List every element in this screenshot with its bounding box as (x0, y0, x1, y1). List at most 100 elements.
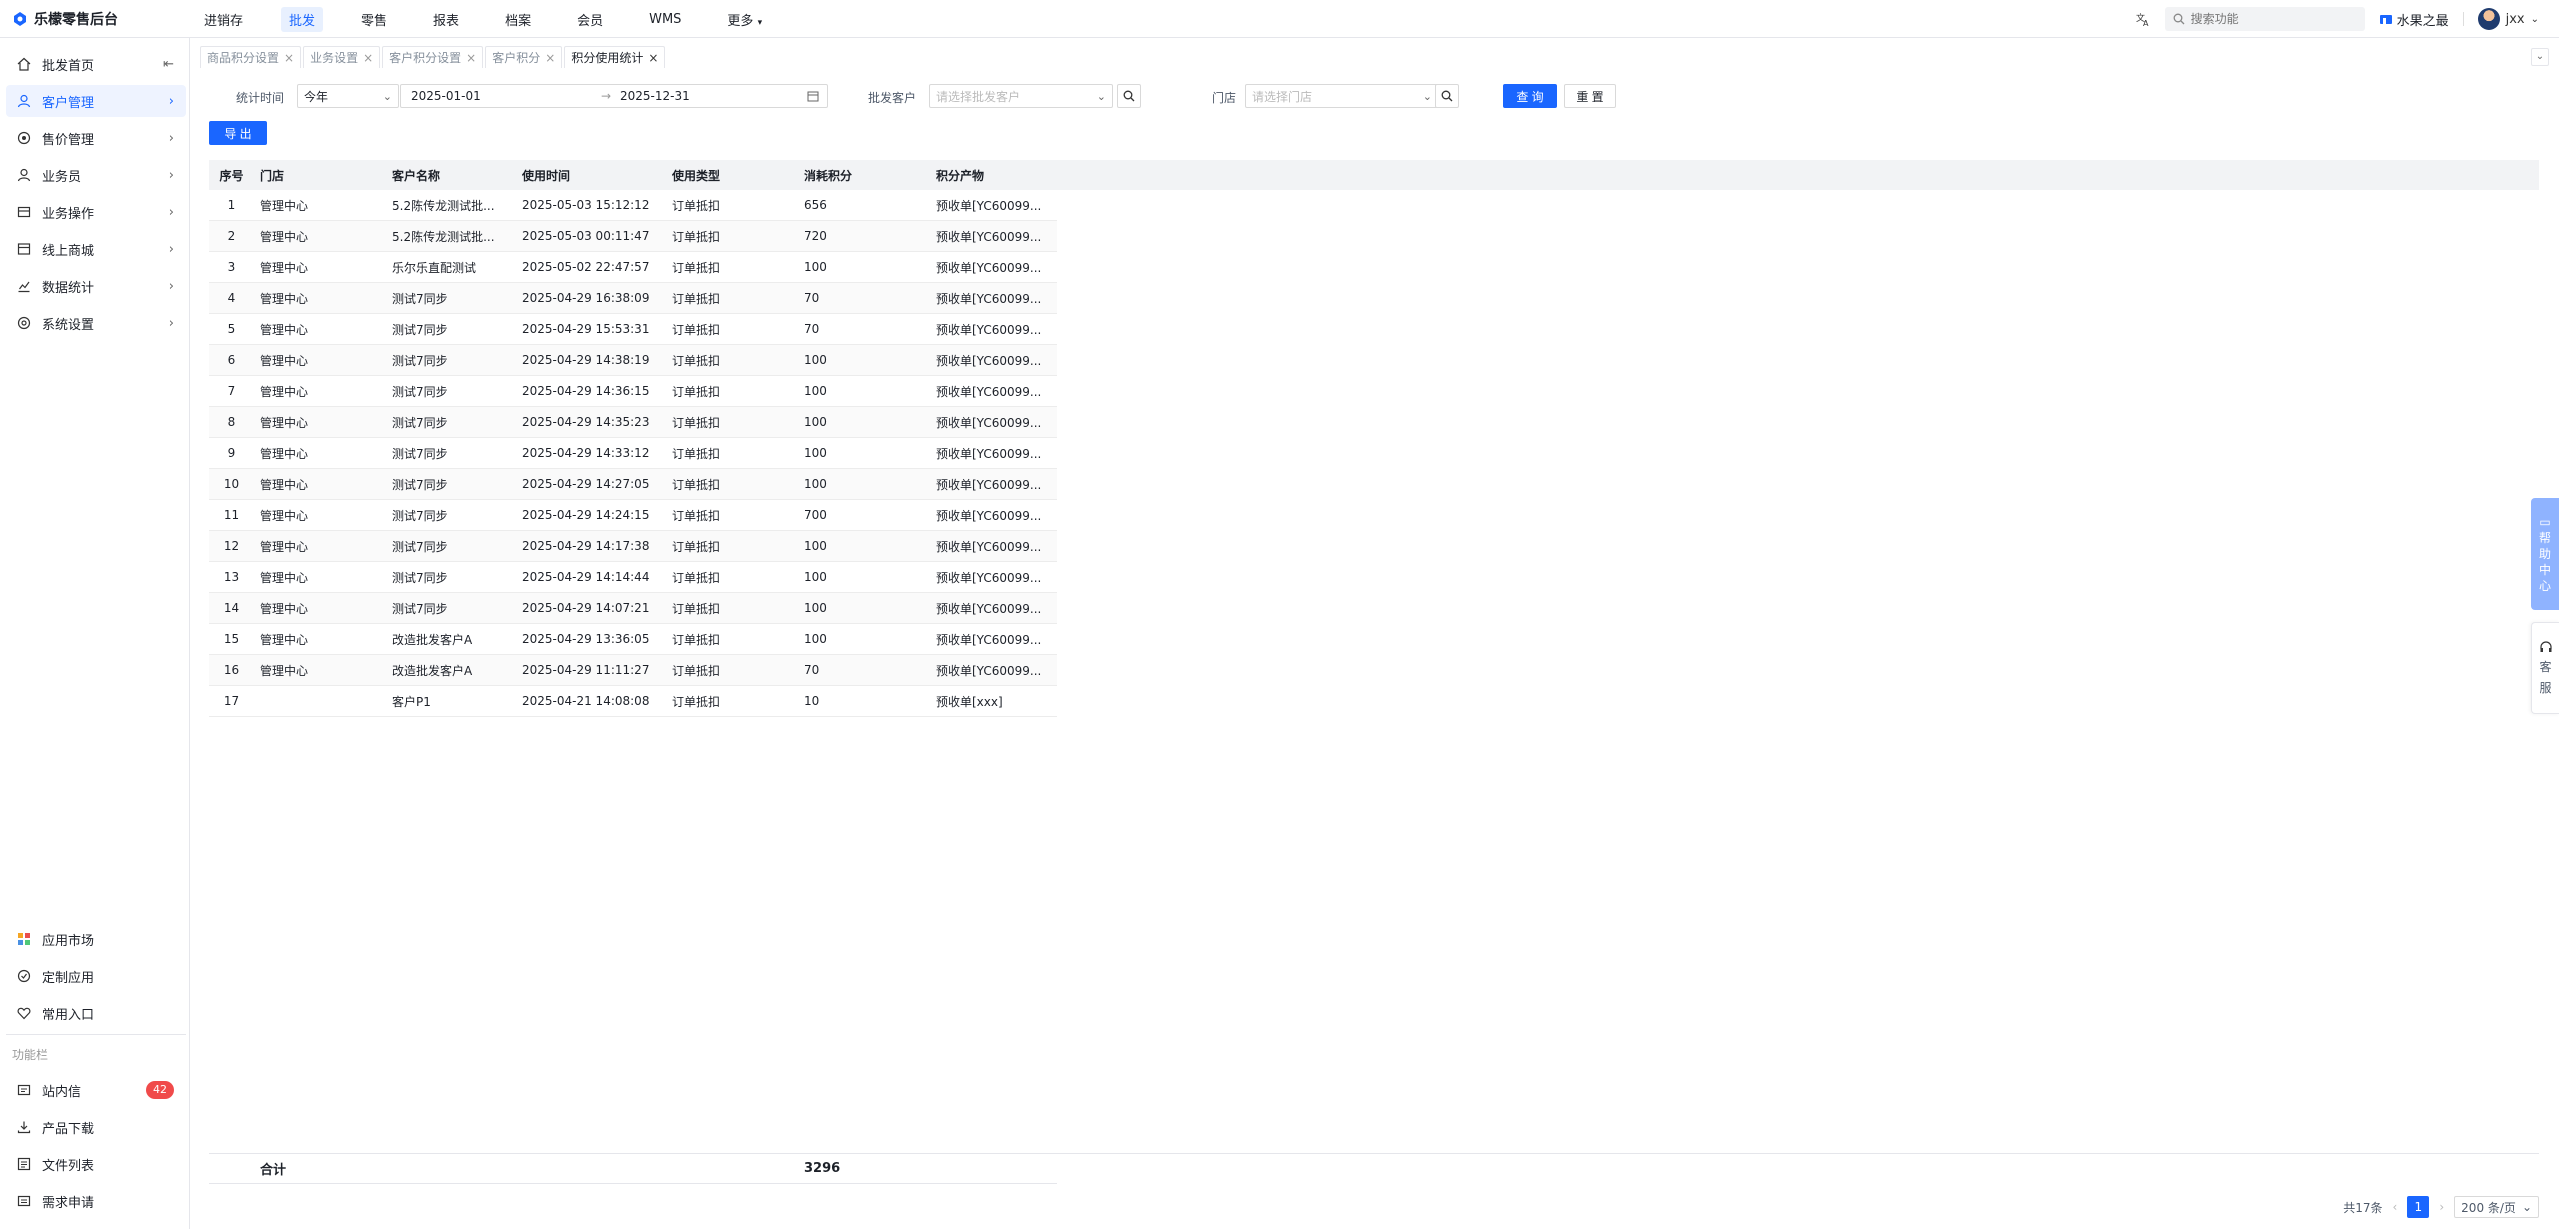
product-cell: 预收单[YC60099... (936, 384, 1042, 399)
customer-service-tab[interactable]: 客 服 (2531, 622, 2559, 714)
sidebar-item-salesperson[interactable]: 业务员 › (6, 159, 186, 191)
nav-archives[interactable]: 档案 (497, 7, 539, 32)
product-cell: 预收单[YC60099... (936, 632, 1042, 647)
brand[interactable]: 乐檬零售后台 (12, 0, 118, 38)
page-size-select[interactable]: 200 条/页 ⌄ (2454, 1196, 2539, 1218)
export-button[interactable]: 导 出 (209, 121, 267, 145)
table-row[interactable]: 2 管理中心 5.2陈传龙测试批... 2025-05-03 00:11:47 订单抵扣… (209, 221, 1057, 252)
nav-wms[interactable]: WMS (641, 9, 689, 30)
time-cell: 2025-04-29 15:53:31 (522, 322, 650, 336)
sidebar-item-app-market[interactable]: 应用市场 (6, 923, 186, 955)
table-row[interactable]: 4 管理中心 测试7同步 2025-04-29 16:38:09 订单抵扣 70 预收单[Y… (209, 283, 1057, 314)
search-icon (1123, 90, 1135, 102)
sidebar-item-custom-apps[interactable]: 定制应用 (6, 960, 186, 992)
sidebar-item-business-ops[interactable]: 业务操作 › (6, 196, 186, 228)
sidebar-item-price-management[interactable]: 售价管理 › (6, 122, 186, 154)
chevron-right-icon: › (168, 167, 174, 183)
nav-members[interactable]: 会员 (569, 7, 611, 32)
tab-customer-points-settings[interactable]: 客户积分设置 × (382, 46, 484, 68)
time-range-value: 今年 (304, 89, 329, 104)
nav-inventory[interactable]: 进销存 (196, 7, 251, 32)
table-row[interactable]: 6 管理中心 测试7同步 2025-04-29 14:38:19 订单抵扣 100 预收单[… (209, 345, 1057, 376)
sidebar-item-messages[interactable]: 站内信 42 (6, 1074, 186, 1106)
store-select[interactable]: 请选择门店 ⌄ (1245, 84, 1439, 108)
close-icon[interactable]: × (648, 51, 658, 65)
sidebar-item-favorites[interactable]: 常用入口 (6, 997, 186, 1029)
table-row[interactable]: 8 管理中心 测试7同步 2025-04-29 14:35:23 订单抵扣 100 预收单[… (209, 407, 1057, 438)
sidebar-item-file-list[interactable]: 文件列表 (6, 1148, 186, 1180)
sidebar-item-customer-management[interactable]: 客户管理 › (6, 85, 186, 117)
product-cell: 预收单[YC60099... (936, 322, 1042, 337)
table-row[interactable]: 11 管理中心 测试7同步 2025-04-29 14:24:15 订单抵扣 700 预收单… (209, 500, 1057, 531)
customer-cell: 测试7同步 (392, 446, 448, 461)
nav-more[interactable]: 更多 ▾ (719, 7, 770, 32)
next-page-icon[interactable]: › (2439, 1200, 2444, 1214)
translate-icon[interactable]: 文A (2135, 11, 2151, 27)
date-range-picker[interactable]: 2025-01-01 → 2025-12-31 (400, 84, 828, 108)
table-row[interactable]: 9 管理中心 测试7同步 2025-04-29 14:33:12 订单抵扣 100 预收单[… (209, 438, 1057, 469)
table-row[interactable]: 15 管理中心 改造批发客户A 2025-04-29 13:36:05 订单抵扣 100 预… (209, 624, 1057, 655)
points-cell: 100 (804, 601, 827, 615)
sidebar-item-label: 定制应用 (42, 970, 95, 986)
tab-points-usage-stats[interactable]: 积分使用统计 × (564, 46, 666, 68)
column-header: 序号 (219, 168, 244, 183)
product-cell: 预收单[YC60099... (936, 508, 1042, 523)
table-row[interactable]: 14 管理中心 测试7同步 2025-04-29 14:07:21 订单抵扣 100 预收单… (209, 593, 1057, 624)
row-index: 4 (227, 291, 236, 305)
function-search[interactable] (2164, 7, 2365, 31)
table-row[interactable]: 3 管理中心 乐尔乐直配测试 2025-05-02 22:47:57 订单抵扣 100 预收… (209, 252, 1057, 283)
nav-retail[interactable]: 零售 (353, 7, 395, 32)
close-icon[interactable]: × (363, 51, 373, 65)
gear-icon (16, 315, 32, 331)
points-cell: 100 (804, 446, 827, 460)
customer-search-button[interactable] (1117, 84, 1141, 108)
table-row[interactable]: 1 管理中心 5.2陈传龙测试批... 2025-05-03 15:12:12 订单抵扣… (209, 190, 1057, 221)
logo-icon (14, 12, 26, 26)
sidebar-item-online-mall[interactable]: 线上商城 › (6, 233, 186, 265)
function-search-input[interactable] (2190, 12, 2351, 26)
table-row[interactable]: 7 管理中心 测试7同步 2025-04-29 14:36:15 订单抵扣 100 预收单[… (209, 376, 1057, 407)
nav-wholesale[interactable]: 批发 (281, 6, 324, 32)
page-number[interactable]: 1 (2407, 1196, 2430, 1218)
customer-cell: 测试7同步 (392, 384, 448, 399)
time-cell: 2025-04-29 14:27:05 (522, 477, 650, 491)
table-row[interactable]: 5 管理中心 测试7同步 2025-04-29 15:53:31 订单抵扣 70 预收单[Y… (209, 314, 1057, 345)
sidebar-item-data-stats[interactable]: 数据统计 › (6, 270, 186, 302)
calendar-icon (807, 91, 819, 102)
table-row[interactable]: 12 管理中心 测试7同步 2025-04-29 14:17:38 订单抵扣 100 预收单… (209, 531, 1057, 562)
type-cell: 订单抵扣 (672, 384, 721, 399)
query-button[interactable]: 查 询 (1503, 84, 1557, 108)
close-icon[interactable]: × (466, 51, 476, 65)
tab-customer-points[interactable]: 客户积分 × (485, 46, 563, 68)
customer-select[interactable]: 请选择批发客户 ⌄ (929, 84, 1113, 108)
close-icon[interactable]: × (284, 51, 294, 65)
table-row[interactable]: 16 管理中心 改造批发客户A 2025-04-29 11:11:27 订单抵扣 70 预收… (209, 655, 1057, 686)
nav-reports[interactable]: 报表 (425, 7, 467, 32)
prev-page-icon[interactable]: ‹ (2393, 1200, 2398, 1214)
store-selector[interactable]: 水果之最 (2379, 10, 2449, 29)
store-search-button[interactable] (1435, 84, 1459, 108)
svg-text:A: A (2143, 19, 2149, 27)
user-menu[interactable]: jxx ⌄ (2477, 8, 2539, 30)
customer-cell: 5.2陈传龙测试批... (392, 198, 495, 213)
table-row[interactable]: 17 客户P1 2025-04-21 14:08:08 订单抵扣 10 预收单[xxx] (209, 686, 1057, 717)
mail-icon (16, 1082, 32, 1098)
sidebar-item-wholesale-home[interactable]: 批发首页 ⇤ (6, 48, 186, 80)
time-range-select[interactable]: 今年 ⌄ (297, 84, 399, 108)
table-row[interactable]: 13 管理中心 测试7同步 2025-04-29 14:14:44 订单抵扣 100 预收单… (209, 562, 1057, 593)
tab-product-points-settings[interactable]: 商品积分设置 × (200, 46, 302, 68)
table-header: 序号 门店 客户名称 使用时间 使用类型 消耗积分 积分产物 (209, 160, 2539, 190)
top-nav: 进销存 批发 零售 报表 档案 会员 WMS 更多 ▾ (196, 0, 800, 38)
collapse-sidebar-icon[interactable]: ⇤ (163, 57, 174, 72)
tab-business-settings[interactable]: 业务设置 × (303, 46, 381, 68)
help-center-tab[interactable]: ▭ 帮 助 中 心 (2531, 498, 2559, 610)
reset-button[interactable]: 重 置 (1564, 84, 1616, 108)
sidebar-item-downloads[interactable]: 产品下载 (6, 1111, 186, 1143)
tabs-dropdown-icon[interactable]: ⌄ (2531, 48, 2549, 66)
pagination: 共17条 ‹ 1 › 200 条/页 ⌄ (2343, 1195, 2539, 1219)
sidebar-item-system-settings[interactable]: 系统设置 › (6, 307, 186, 339)
close-icon[interactable]: × (545, 51, 555, 65)
table-row[interactable]: 10 管理中心 测试7同步 2025-04-29 14:27:05 订单抵扣 100 预收单… (209, 469, 1057, 500)
points-cell: 100 (804, 415, 827, 429)
sidebar-item-requests[interactable]: 需求申请 (6, 1185, 186, 1217)
